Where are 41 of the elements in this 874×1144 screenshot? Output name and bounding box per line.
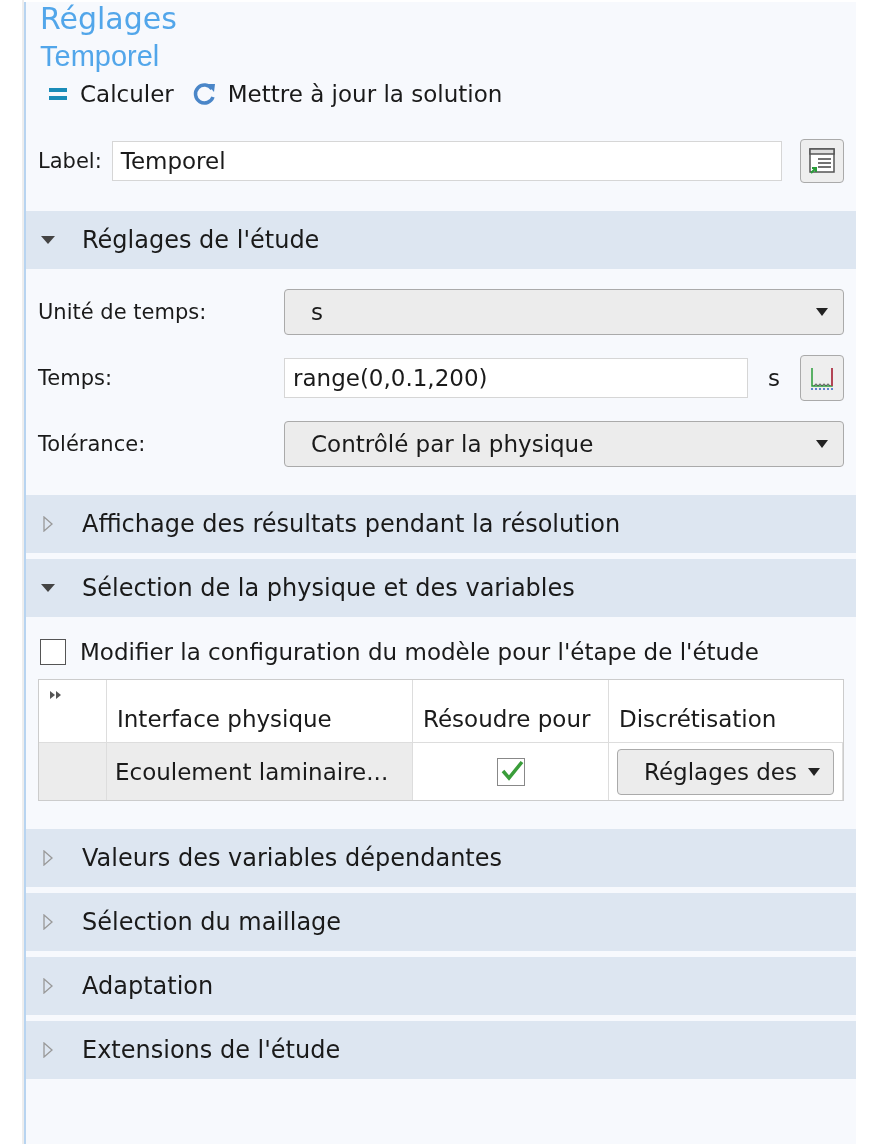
section-header[interactable]: Adaptation [26,957,856,1015]
section-header[interactable]: Extensions de l'étude [26,1021,856,1079]
field-label: Label: [38,149,102,173]
section-title: Réglages de l'étude [82,226,320,254]
expand-columns-icon[interactable] [49,690,63,700]
label-field[interactable]: Temporel [111,141,782,181]
label-icon-button[interactable] [800,139,844,183]
node-title: Temporel [39,39,161,73]
field-label: Unité de temps: [38,300,208,324]
caret-icon [815,307,829,317]
refresh-icon [191,81,218,107]
caret-icon [807,766,821,777]
range-button[interactable] [800,355,844,401]
section-header[interactable]: Réglages de l'étude [26,211,856,269]
discretization-dropdown[interactable]: Réglages des [617,748,834,795]
section-header[interactable]: Affichage des résultats pendant la résolution [26,495,856,553]
solve-checkbox[interactable] [496,757,525,786]
field-label: Temps: [38,366,113,390]
time-field[interactable]: range(0,0.1,200) [284,358,748,398]
checkbox[interactable] [40,639,66,665]
caret-icon [815,439,829,449]
section-title: Extensions de l'étude [82,1036,341,1064]
compute-button[interactable]: Calculer [46,79,176,109]
checkbox-label: Modifier la configuration du modèle pour l'étape de l'étude [80,639,759,665]
section-title: Sélection de la physique et des variables [82,574,575,602]
section-title: Affichage des résultats pendant la résolution [82,510,621,538]
equals-icon [48,86,70,102]
update-button[interactable]: Mettre à jour la solution [189,79,505,109]
section-header[interactable]: Sélection du maillage [26,893,856,951]
field-label: Tolérance: [38,432,147,456]
section-header[interactable]: Valeurs des variables dépendantes [26,829,856,887]
panel-title: Réglages [40,2,177,36]
dropdown[interactable]: Contrôlé par la physique [284,421,844,467]
section-title: Adaptation [82,972,214,1000]
section-title: Sélection du maillage [82,908,342,936]
section-header[interactable]: Sélection de la physique et des variables [26,559,856,617]
dropdown[interactable]: s [284,289,844,335]
list-window-icon [807,146,837,176]
table-cell: Ecoulement laminaire... [107,742,413,800]
unit-label: s [768,365,780,391]
section-title: Valeurs des variables dépendantes [82,844,503,872]
